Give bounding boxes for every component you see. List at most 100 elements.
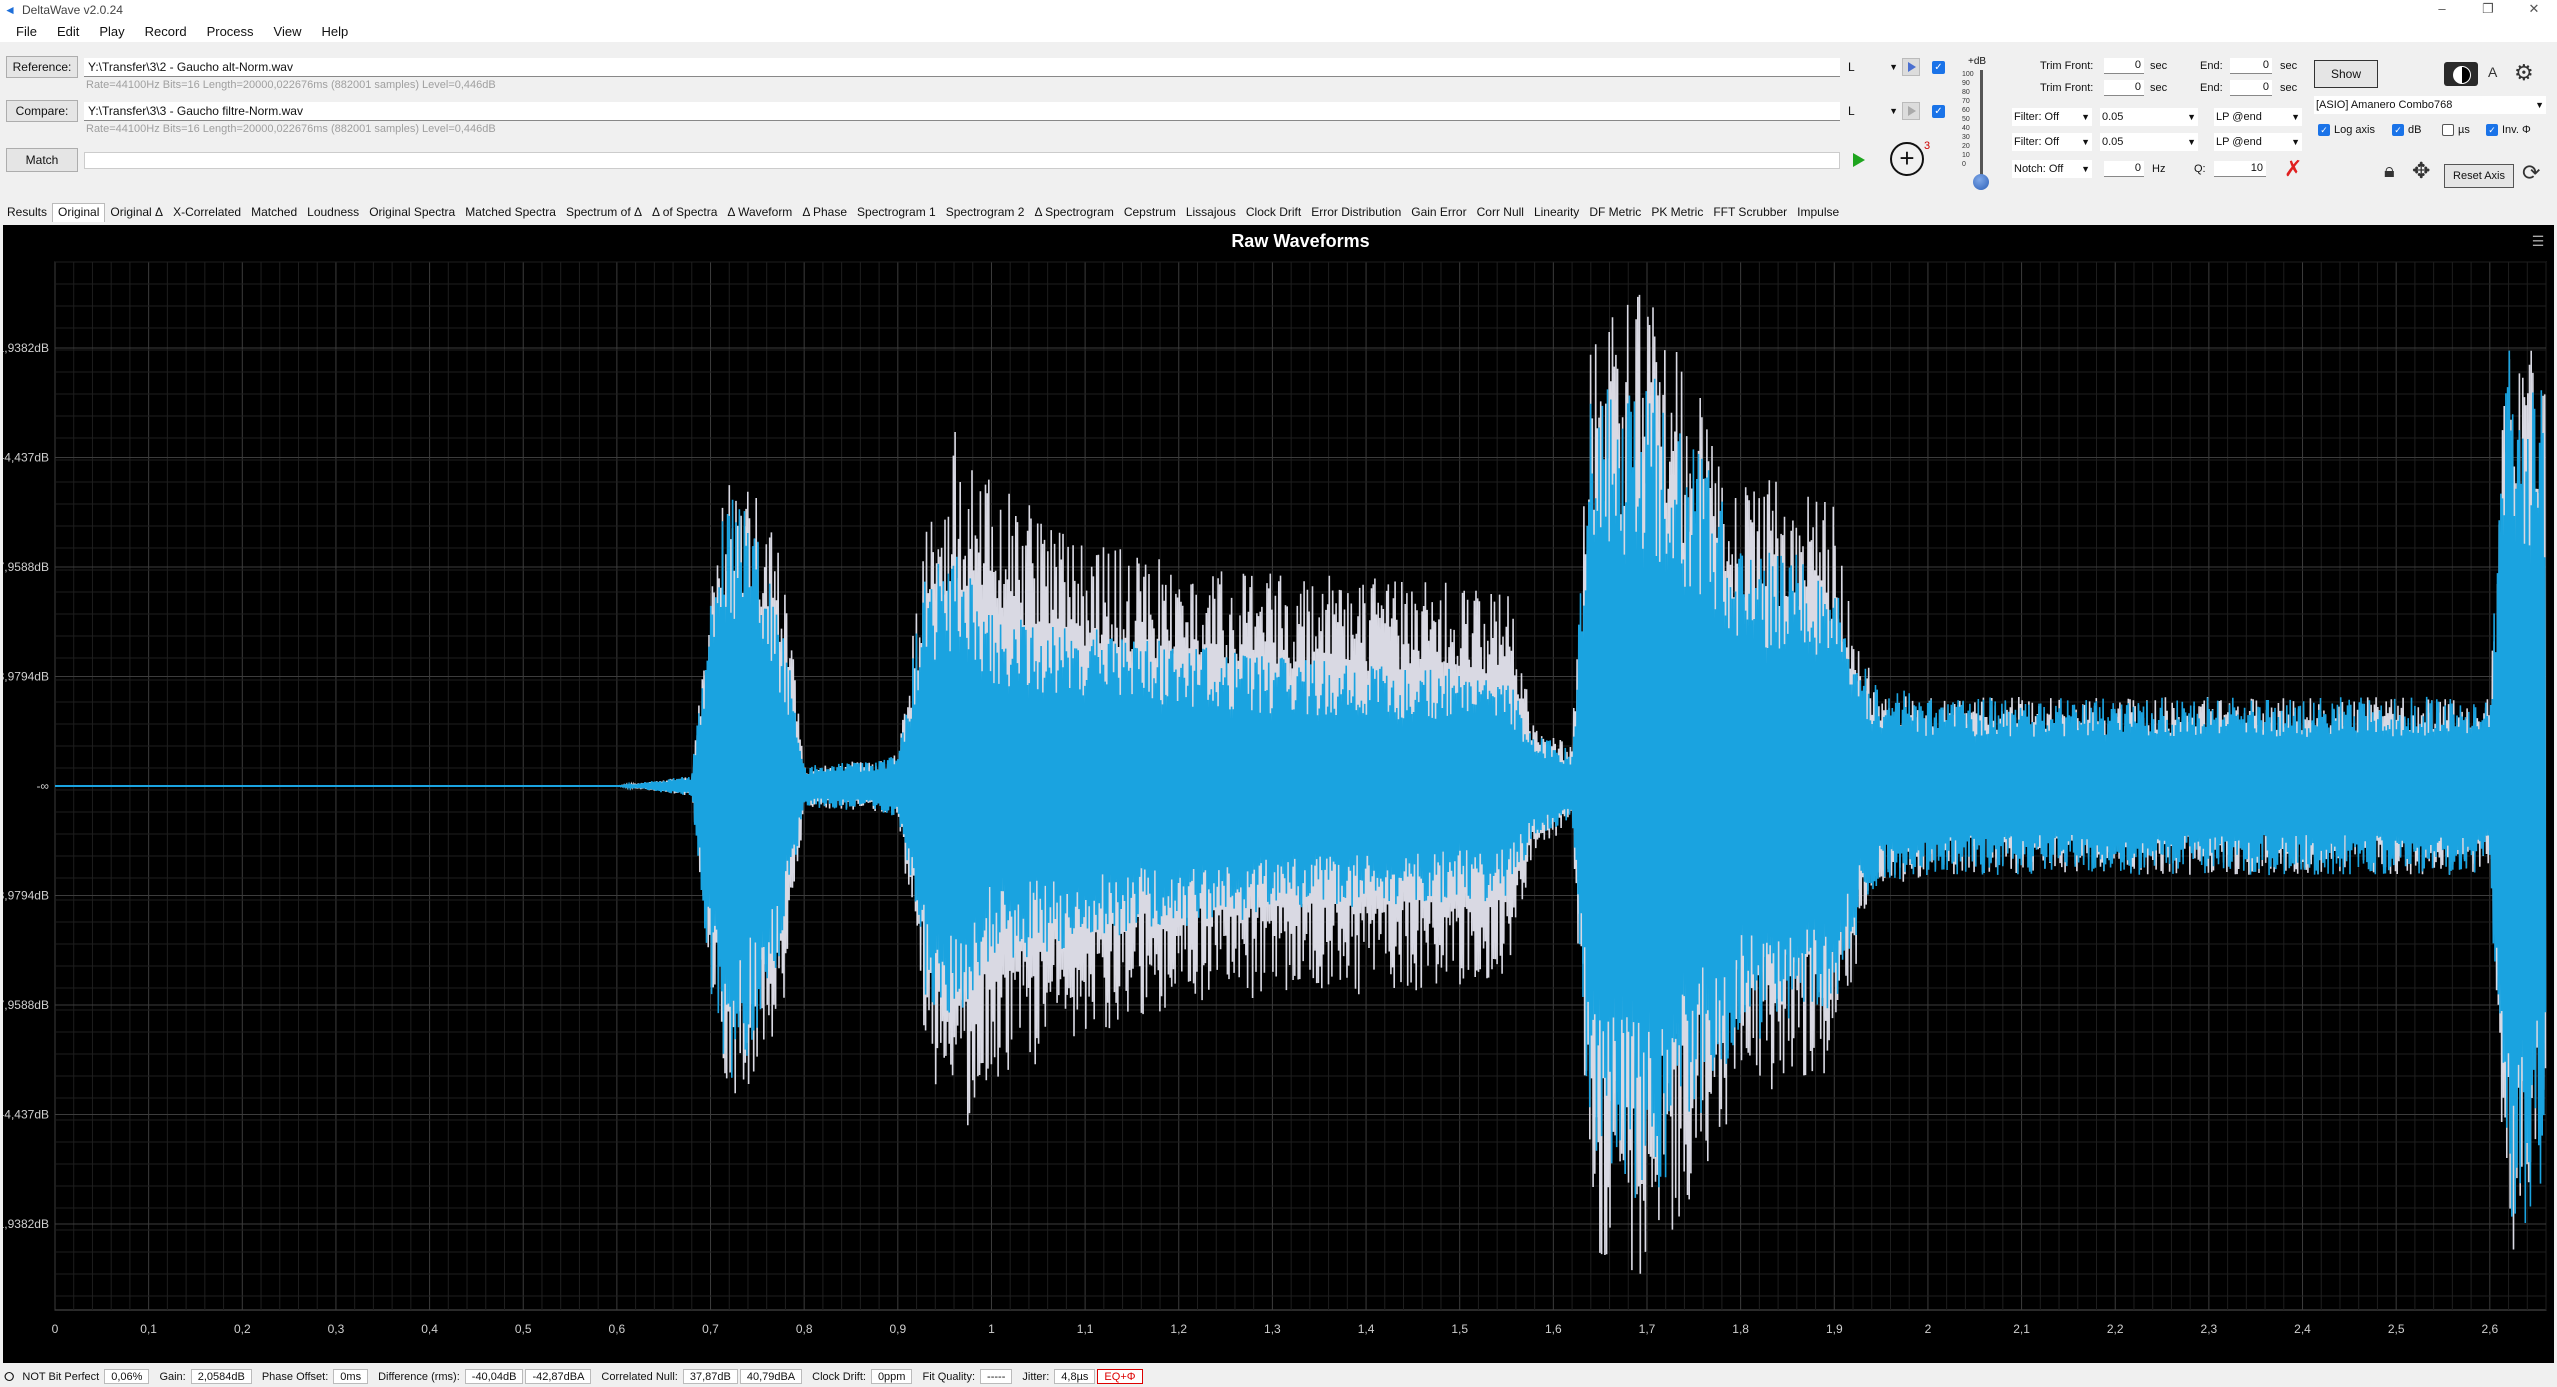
reference-channel-select[interactable]: L ▼ [1848, 58, 1900, 77]
tab-fft-scrubber[interactable]: FFT Scrubber [1708, 205, 1792, 222]
lock-icon[interactable]: 🔒︎ [2384, 160, 2395, 183]
x-tick-label: 2,3 [2201, 1322, 2218, 1336]
log-axis-option[interactable]: ✓ Log axis [2318, 124, 2375, 136]
add-plus-icon[interactable]: + [1890, 142, 1924, 176]
menu-view[interactable]: View [264, 24, 312, 39]
device-value: [ASIO] Amanero Combo768 [2316, 99, 2453, 111]
tab-phase[interactable]: Δ Phase [797, 205, 852, 222]
compare-path-field[interactable]: Y:\Transfer\3\3 - Gaucho filtre-Norm.wav [84, 102, 1840, 121]
clear-filters-x-icon[interactable]: ✗ [2284, 156, 2302, 182]
chart-settings-icon[interactable]: ☰ [2532, 233, 2545, 249]
compare-channel-select[interactable]: L ▼ [1848, 102, 1900, 121]
match-progress-bar [84, 152, 1840, 169]
db-checkbox[interactable]: ✓ [2392, 124, 2404, 136]
match-go-button[interactable] [1848, 150, 1868, 170]
db-tick: 70 [1962, 98, 1970, 105]
font-a-icon[interactable]: A [2488, 64, 2497, 80]
gear-icon[interactable]: ⚙ [2514, 60, 2534, 86]
tab-original[interactable]: Original Δ [105, 205, 168, 222]
minimize-icon[interactable]: – [2419, 0, 2465, 20]
trim-front-input[interactable]: 0 [2104, 58, 2144, 74]
notch-freq-input[interactable]: 0 [2104, 161, 2144, 177]
us-checkbox[interactable] [2442, 124, 2454, 136]
db-tick: 50 [1962, 116, 1970, 123]
tab-cepstrum[interactable]: Cepstrum [1119, 205, 1181, 222]
tab-corr-null[interactable]: Corr Null [1472, 205, 1529, 222]
us-option[interactable]: µs [2442, 124, 2470, 136]
tab-spectrogram-1[interactable]: Spectrogram 1 [852, 205, 941, 222]
tab-spectrogram[interactable]: Δ Spectrogram [1029, 205, 1118, 222]
tab-linearity[interactable]: Linearity [1529, 205, 1584, 222]
tab-impulse[interactable]: Impulse [1792, 205, 1844, 222]
trim-end-input[interactable]: 0 [2230, 80, 2272, 96]
inv-phase-option[interactable]: ✓ Inv. Φ [2486, 124, 2531, 136]
chevron-down-icon: ▼ [1889, 106, 1898, 116]
trim-front-input[interactable]: 0 [2104, 80, 2144, 96]
device-select[interactable]: [ASIO] Amanero Combo768 ▼ [2314, 96, 2546, 114]
theme-toggle-icon[interactable] [2444, 62, 2478, 86]
tab-waveform[interactable]: Δ Waveform [722, 205, 797, 222]
reference-button[interactable]: Reference: [6, 56, 78, 78]
db-slider-knob[interactable] [1973, 174, 1989, 190]
menu-play[interactable]: Play [89, 24, 134, 39]
tab-gain-error[interactable]: Gain Error [1406, 205, 1471, 222]
tab-pk-metric[interactable]: PK Metric [1646, 205, 1708, 222]
tab-loudness[interactable]: Loudness [302, 205, 364, 222]
tab-matched-spectra[interactable]: Matched Spectra [460, 205, 561, 222]
waveform-plot[interactable]: Raw Waveforms ☰ -1,9382dB -4,437dB -7,9588dB… [3, 225, 2554, 1363]
menu-help[interactable]: Help [312, 24, 359, 39]
notch-q-input[interactable]: 10 [2214, 161, 2266, 177]
reference-play-button[interactable] [1902, 58, 1920, 76]
filter-2-mode-select[interactable]: LP @end ▼ [2214, 133, 2302, 151]
db-tick: 90 [1962, 80, 1970, 87]
db-tick: 30 [1962, 134, 1970, 141]
filter-2-freq-select[interactable]: 0.05 ▼ [2100, 133, 2198, 151]
filter-1-select[interactable]: Filter: Off ▼ [2012, 108, 2092, 126]
tab-of-spectra[interactable]: Δ of Spectra [647, 205, 722, 222]
filter-1-freq-select[interactable]: 0.05 ▼ [2100, 108, 2198, 126]
refresh-icon[interactable]: ⟳ [2522, 160, 2540, 186]
x-tick-label: 1,5 [1451, 1322, 1468, 1336]
tab-original-spectra[interactable]: Original Spectra [364, 205, 460, 222]
menu-edit[interactable]: Edit [47, 24, 89, 39]
match-button[interactable]: Match [6, 148, 78, 172]
x-tick-label: 0 [52, 1322, 59, 1336]
reference-checkbox[interactable]: ✓ [1932, 61, 1945, 74]
reset-axis-button[interactable]: Reset Axis [2444, 164, 2514, 188]
menu-record[interactable]: Record [135, 24, 197, 39]
filter-2-select[interactable]: Filter: Off ▼ [2012, 133, 2092, 151]
db-option[interactable]: ✓ dB [2392, 124, 2421, 136]
compare-button[interactable]: Compare: [6, 100, 78, 122]
us-label: µs [2458, 124, 2470, 136]
tab-clock-drift[interactable]: Clock Drift [1241, 205, 1306, 222]
trim-end-input[interactable]: 0 [2230, 58, 2272, 74]
reference-path-field[interactable]: Y:\Transfer\3\2 - Gaucho alt-Norm.wav [84, 58, 1840, 77]
compare-play-button[interactable] [1902, 102, 1920, 120]
waveform-chart[interactable]: Raw Waveforms ☰ -1,9382dB -4,437dB -7,9588dB… [3, 225, 2554, 1363]
inv-phase-checkbox[interactable]: ✓ [2486, 124, 2498, 136]
filter-1-mode-select[interactable]: LP @end ▼ [2214, 108, 2302, 126]
eq-phase-badge[interactable]: EQ+Φ [1097, 1369, 1143, 1384]
compare-checkbox[interactable]: ✓ [1932, 105, 1945, 118]
maximize-icon[interactable]: ❐ [2465, 0, 2511, 20]
tab-error-distribution[interactable]: Error Distribution [1306, 205, 1406, 222]
tab-spectrogram-2[interactable]: Spectrogram 2 [941, 205, 1030, 222]
tab-results[interactable]: Results [2, 205, 52, 222]
tab-original[interactable]: Original [52, 203, 106, 222]
tab-df-metric[interactable]: DF Metric [1584, 205, 1646, 222]
correlated-null-dba-value: 40,79dBA [739, 1369, 803, 1384]
show-button[interactable]: Show [2314, 60, 2378, 88]
tab-matched[interactable]: Matched [246, 205, 302, 222]
move-icon[interactable]: ✥ [2412, 158, 2430, 184]
tab-x-correlated[interactable]: X-Correlated [168, 205, 246, 222]
menu-process[interactable]: Process [197, 24, 264, 39]
db-slider[interactable]: +dB 100 90 80 70 60 50 40 30 20 10 0 [1962, 56, 2000, 190]
close-icon[interactable]: ✕ [2511, 0, 2557, 20]
x-tick-label: 1 [988, 1322, 995, 1336]
tab-spectrum-of[interactable]: Spectrum of Δ [561, 205, 647, 222]
x-tick-label: 1,4 [1358, 1322, 1375, 1336]
menu-file[interactable]: File [6, 24, 47, 39]
log-axis-checkbox[interactable]: ✓ [2318, 124, 2330, 136]
notch-select[interactable]: Notch: Off ▼ [2012, 160, 2092, 178]
tab-lissajous[interactable]: Lissajous [1181, 205, 1241, 222]
